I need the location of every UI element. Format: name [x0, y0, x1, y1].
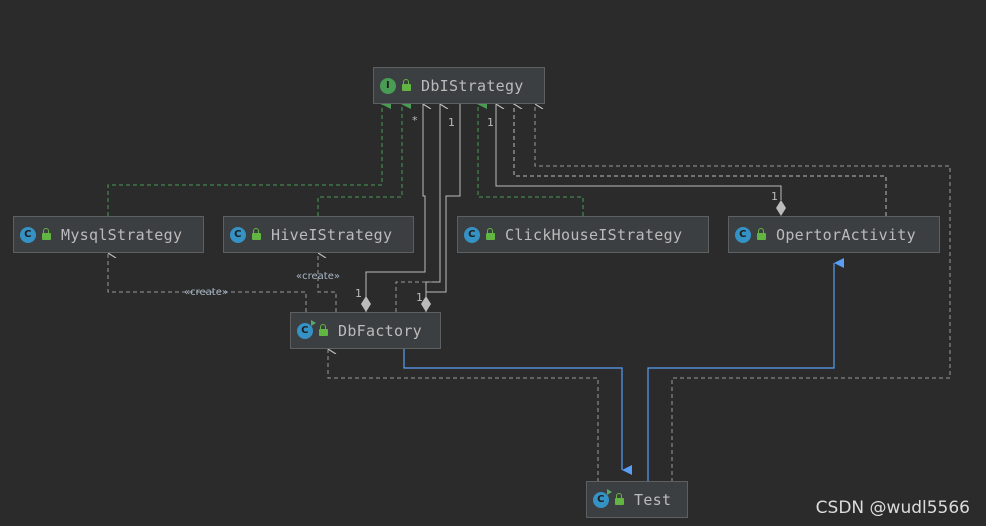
multiplicity-star: *: [412, 114, 418, 127]
edge-test-uses-opertor: [647, 258, 844, 482]
runnable-class-icon: C: [593, 488, 612, 508]
node-title: ClickHouseIStrategy: [505, 225, 683, 244]
node-dbfactory[interactable]: C DbFactory: [290, 312, 441, 349]
watermark: CSDN @wudl5566: [815, 498, 970, 518]
lock-icon: [615, 493, 624, 505]
create-label-hive: «create»: [296, 271, 340, 282]
class-icon: C: [230, 226, 246, 243]
edge-dbfactory-assoc-1a: [425, 104, 440, 312]
node-clickhouseistrategy[interactable]: C ClickHouseIStrategy: [457, 216, 709, 253]
edge-dbfactory-uses-test: [403, 349, 632, 475]
node-dbistrategy[interactable]: I DbIStrategy: [373, 67, 545, 104]
node-title: OpertorActivity: [776, 225, 916, 244]
lock-icon: [486, 228, 495, 240]
runnable-class-icon: C: [297, 319, 316, 339]
lock-icon: [757, 228, 766, 240]
lock-icon: [402, 79, 411, 91]
multiplicity-1-factory-right: 1: [416, 291, 423, 304]
edge-dbfactory-assoc-1b: [426, 104, 461, 293]
edge-hive-implements: [317, 99, 411, 216]
aggregation-diamond-left: [361, 296, 371, 312]
edge-dbfactory-create-hive: [317, 253, 337, 312]
node-title: Test: [634, 490, 672, 509]
edge-test-dependency-dbistrategy: [534, 104, 951, 482]
lock-icon: [42, 228, 51, 240]
node-hiveistrategy[interactable]: C HiveIStrategy: [223, 216, 414, 253]
edge-test-dependency-dbfactory: [327, 349, 599, 482]
multiplicity-1-opertor: 1: [771, 190, 778, 203]
node-title: DbIStrategy: [421, 76, 524, 95]
edge-mysql-implements: [107, 99, 391, 216]
multiplicity-1-top-a: 1: [448, 116, 455, 129]
edge-dbfactory-create-mysql: [107, 253, 307, 312]
lock-icon: [252, 228, 261, 240]
node-test[interactable]: C Test: [586, 481, 688, 518]
node-title: HiveIStrategy: [271, 225, 393, 244]
edge-opertor-dependency: [513, 104, 887, 216]
edge-dbfactory-assoc-star: [365, 104, 425, 312]
node-mysqlstrategy[interactable]: C MysqlStrategy: [13, 216, 204, 253]
node-opertoractivity[interactable]: C OpertorActivity: [728, 216, 940, 253]
multiplicity-1-top-b: 1: [487, 116, 494, 129]
node-title: DbFactory: [338, 321, 422, 340]
class-icon: C: [735, 226, 751, 243]
multiplicity-1-factory-left: 1: [355, 287, 362, 300]
create-label-mysql: «create»: [184, 287, 228, 298]
edge-opertor-assoc: [495, 104, 782, 200]
lock-icon: [319, 324, 328, 336]
interface-icon: I: [380, 77, 396, 94]
class-icon: C: [20, 226, 36, 243]
node-title: MysqlStrategy: [61, 225, 183, 244]
class-icon: C: [464, 226, 480, 243]
